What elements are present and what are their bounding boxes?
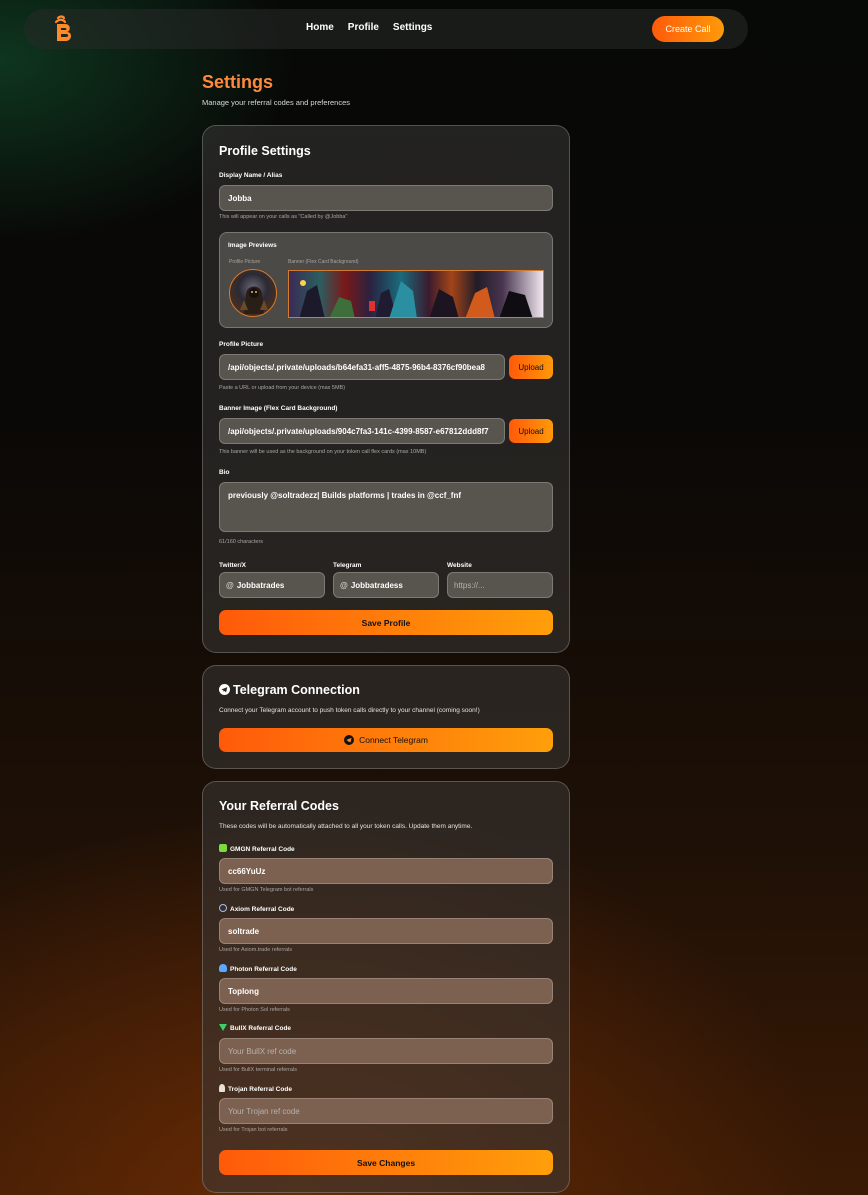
top-nav: Home Profile Settings Create Call [24,9,748,49]
trojan-icon [219,1084,225,1092]
photon-code-input[interactable]: Toplong [219,978,553,1004]
banner-preview-label: Banner (Flex Card Background) [288,259,359,265]
twitter-label: Twitter/X [219,562,246,569]
photon-code-label-text: Photon Referral Code [230,966,297,973]
axiom-code-input[interactable]: soltrade [219,918,553,944]
telegram-value: Jobbatradess [350,581,403,590]
gmgn-icon [219,844,227,852]
bio-label: Bio [219,469,230,476]
telegram-connection-title-text: Telegram Connection [233,683,360,697]
referral-codes-title: Your Referral Codes [219,799,339,813]
display-name-label: Display Name / Alias [219,172,283,179]
gmgn-code-help: Used for GMGN Telegram bot referrals [219,887,314,893]
profile-picture-url-input[interactable]: /api/objects/.private/uploads/b64efa31-a… [219,354,505,380]
bullx-icon [219,1024,227,1031]
nav-home-link[interactable]: Home [306,22,334,33]
at-prefix: @ [226,581,234,590]
at-prefix: @ [340,581,348,590]
axiom-code-label-text: Axiom Referral Code [230,906,295,913]
save-profile-button[interactable]: Save Profile [219,610,553,635]
image-previews-title: Image Previews [228,242,277,249]
axiom-icon [219,904,227,912]
twitter-value: Jobbatrades [236,581,285,590]
referral-codes-description: These codes will be automatically attach… [219,823,473,830]
trojan-code-input[interactable]: Your Trojan ref code [219,1098,553,1124]
trojan-code-label-text: Trojan Referral Code [228,1086,292,1093]
bullx-code-label: BullX Referral Code [219,1024,291,1032]
axiom-code-label: Axiom Referral Code [219,904,294,913]
brand-logo[interactable] [52,15,76,43]
display-name-help: This will appear on your calls as "Calle… [219,214,348,220]
banner-image-upload-button[interactable]: Upload [509,419,553,443]
axiom-code-help: Used for Axiom.trade referrals [219,947,293,953]
telegram-input[interactable]: @ Jobbatradess [333,572,439,598]
banner-image-help: This banner will be used as the backgrou… [219,449,427,455]
profile-picture-label: Profile Picture [219,341,264,348]
telegram-icon [344,735,355,745]
telegram-connection-title: Telegram Connection [219,683,360,697]
nav-settings-link[interactable]: Settings [393,22,432,33]
save-changes-button[interactable]: Save Changes [219,1150,553,1175]
profile-picture-upload-button[interactable]: Upload [509,355,553,379]
photon-code-label: Photon Referral Code [219,964,297,973]
gmgn-code-input[interactable]: cc66YuUz [219,858,553,884]
trojan-code-label: Trojan Referral Code [219,1084,292,1093]
gmgn-code-label-text: GMGN Referral Code [230,846,295,853]
profile-settings-title: Profile Settings [219,144,311,158]
bio-character-count: 61/160 characters [219,539,264,545]
display-name-input[interactable]: Jobba [219,185,553,211]
banner-image-url-input[interactable]: /api/objects/.private/uploads/904c7fa3-1… [219,418,505,444]
profile-picture-preview-label: Profile Picture [229,259,261,265]
connect-telegram-button[interactable]: Connect Telegram [219,728,553,752]
referral-codes-card: Your Referral Codes These codes will be … [202,781,570,1193]
telegram-icon [219,684,230,695]
bullx-code-input[interactable]: Your BullX ref code [219,1038,553,1064]
telegram-label: Telegram [333,562,362,569]
photon-icon [219,964,227,972]
profile-picture-help: Paste a URL or upload from your device (… [219,385,346,391]
profile-picture-preview [229,269,277,317]
profile-settings-card: Profile Settings Display Name / Alias Jo… [202,125,570,653]
bullx-code-help: Used for BullX terminal referrals [219,1067,297,1073]
page-subtitle: Manage your referral codes and preferenc… [202,98,351,107]
telegram-description: Connect your Telegram account to push to… [219,707,480,714]
gmgn-code-label: GMGN Referral Code [219,844,295,853]
banner-preview [288,270,544,318]
bullx-code-label-text: BullX Referral Code [230,1025,292,1032]
image-previews-panel: Image Previews Profile Picture Banner (F… [219,232,553,328]
photon-code-help: Used for Photon Sol referrals [219,1007,290,1013]
banner-image-label: Banner Image (Flex Card Background) [219,405,338,412]
create-call-button[interactable]: Create Call [652,16,724,42]
twitter-input[interactable]: @ Jobbatrades [219,572,325,598]
telegram-connection-card: Telegram Connection Connect your Telegra… [202,665,570,769]
page-title: Settings [202,72,274,92]
website-input[interactable]: https://... [447,572,553,598]
nav-profile-link[interactable]: Profile [348,22,379,33]
trojan-code-help: Used for Trojan bot referrals [219,1127,288,1133]
connect-telegram-label: Connect Telegram [359,735,428,745]
website-label: Website [447,562,472,569]
bio-textarea[interactable]: previously @soltradezz| Builds platforms… [219,482,553,532]
